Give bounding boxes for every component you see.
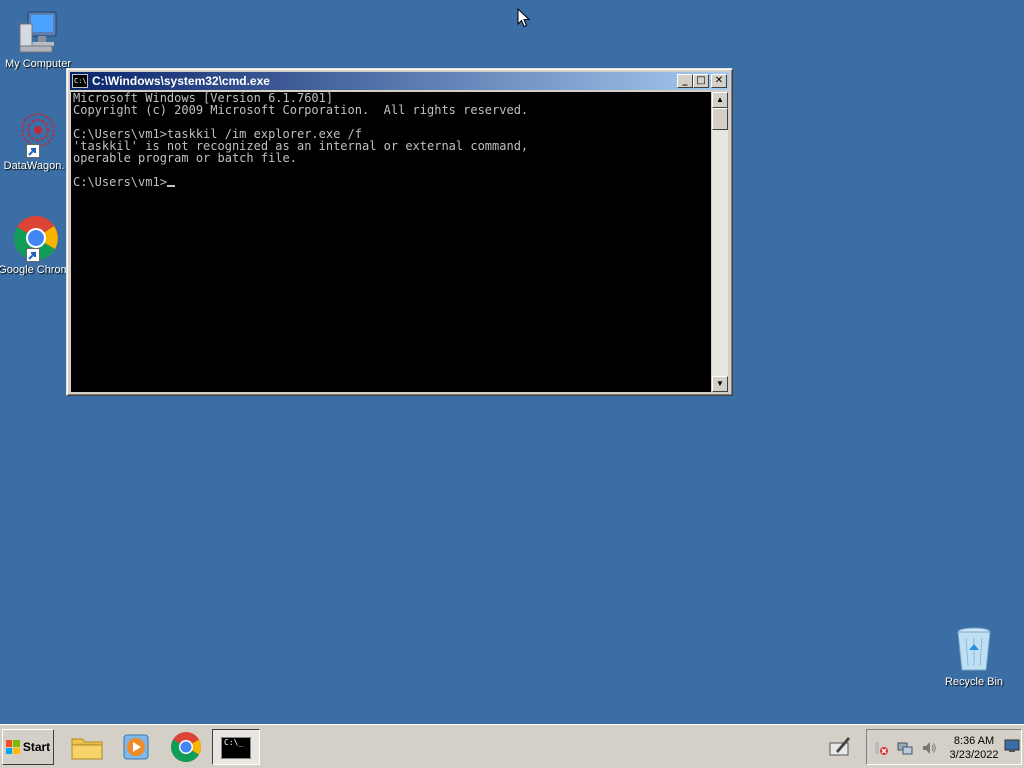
minimize-button[interactable]: _ xyxy=(677,74,693,88)
desktop-icon-label: Recycle Bin xyxy=(944,676,1004,688)
clock-date: 3/23/2022 xyxy=(949,749,999,761)
desktop-icon-label: Google Chrom xyxy=(0,264,70,276)
shortcut-arrow-icon xyxy=(26,144,40,158)
system-tray: 8:36 AM 3/23/2022 xyxy=(866,729,1022,765)
desktop-icon-datawagon[interactable]: DataWagon. xyxy=(0,110,72,172)
desktop-icon-my-computer[interactable]: My Computer xyxy=(0,8,76,70)
console-prompt-line[interactable]: C:\Users\vm1> xyxy=(73,176,709,188)
media-player-icon xyxy=(123,734,149,760)
datawagon-icon xyxy=(10,110,58,158)
taskbar-explorer-button[interactable] xyxy=(70,731,104,763)
desktop-icon-label: DataWagon. xyxy=(3,160,65,172)
window-titlebar[interactable]: C:\ C:\Windows\system32\cmd.exe _ □ ✕ xyxy=(70,72,729,90)
scroll-up-button[interactable]: ▲ xyxy=(712,92,728,108)
network-error-icon[interactable] xyxy=(873,740,889,756)
mouse-pointer-icon xyxy=(517,8,531,28)
recycle-bin-icon xyxy=(950,626,998,674)
chrome-icon xyxy=(170,732,202,763)
taskbar-chrome-button[interactable] xyxy=(170,731,204,763)
clock[interactable]: 8:36 AM 3/23/2022 xyxy=(943,734,1005,762)
console-line: operable program or batch file. xyxy=(73,151,297,165)
shortcut-arrow-icon xyxy=(26,248,40,262)
start-label: Start xyxy=(22,740,51,754)
desktop-icon-recycle-bin[interactable]: Recycle Bin xyxy=(936,626,1012,688)
desktop-icon-google-chrome[interactable]: Google Chrom xyxy=(0,214,72,276)
folder-icon xyxy=(71,738,103,760)
cmd-icon: C:\ xyxy=(72,74,88,88)
console-output[interactable]: Microsoft Windows [Version 6.1.7601] Cop… xyxy=(71,92,711,392)
windows-flag-icon xyxy=(5,740,20,754)
taskbar-media-player-button[interactable] xyxy=(120,731,154,763)
cmd-icon: C:\_ xyxy=(221,737,251,759)
scroll-thumb[interactable] xyxy=(712,108,728,130)
clock-time: 8:36 AM xyxy=(953,735,995,747)
maximize-button[interactable]: □ xyxy=(693,74,709,88)
text-cursor xyxy=(166,185,175,187)
taskbar: Start C:\_ 8:36 AM 3/23/2022 xyxy=(0,724,1024,768)
speaker-icon[interactable] xyxy=(921,740,937,756)
console-prompt: C:\Users\vm1> xyxy=(73,175,167,189)
computer-icon xyxy=(14,8,62,56)
scroll-down-button[interactable]: ▼ xyxy=(712,376,728,392)
close-button[interactable]: ✕ xyxy=(711,74,727,88)
network-icon[interactable] xyxy=(897,740,913,756)
desktop-icon-label: My Computer xyxy=(4,58,72,70)
chrome-icon xyxy=(10,214,58,262)
vertical-scrollbar[interactable]: ▲ ▼ xyxy=(712,92,728,392)
cmd-window[interactable]: C:\ C:\Windows\system32\cmd.exe _ □ ✕ Mi… xyxy=(66,68,733,396)
action-center-icon[interactable] xyxy=(828,735,852,757)
console-line: Copyright (c) 2009 Microsoft Corporation… xyxy=(73,103,529,117)
start-button[interactable]: Start xyxy=(2,729,54,765)
show-desktop-icon[interactable] xyxy=(1004,739,1020,753)
window-title: C:\Windows\system32\cmd.exe xyxy=(92,74,270,88)
taskbar-cmd-button[interactable]: C:\_ xyxy=(212,729,260,765)
